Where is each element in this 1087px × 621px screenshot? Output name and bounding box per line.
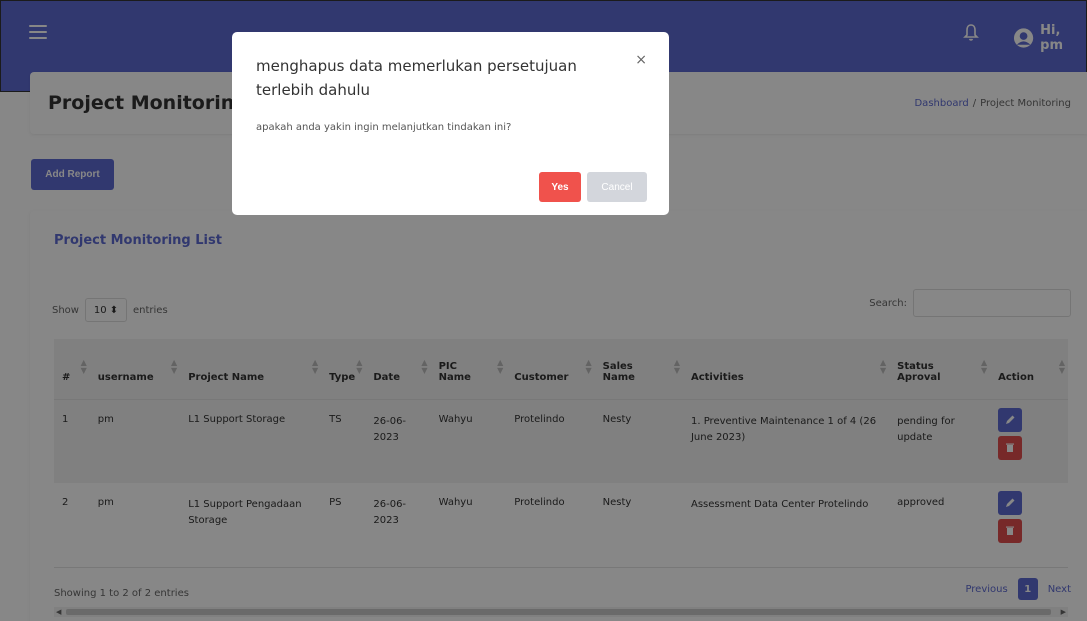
dialog-message: apakah anda yakin ingin melanjutkan tind… bbox=[256, 122, 512, 133]
confirm-dialog: menghapus data memerlukan persetujuan te… bbox=[232, 32, 669, 215]
close-icon[interactable]: × bbox=[635, 52, 647, 68]
dialog-title: menghapus data memerlukan persetujuan te… bbox=[256, 57, 577, 99]
cancel-button[interactable]: Cancel bbox=[587, 172, 647, 202]
yes-button[interactable]: Yes bbox=[539, 172, 581, 202]
